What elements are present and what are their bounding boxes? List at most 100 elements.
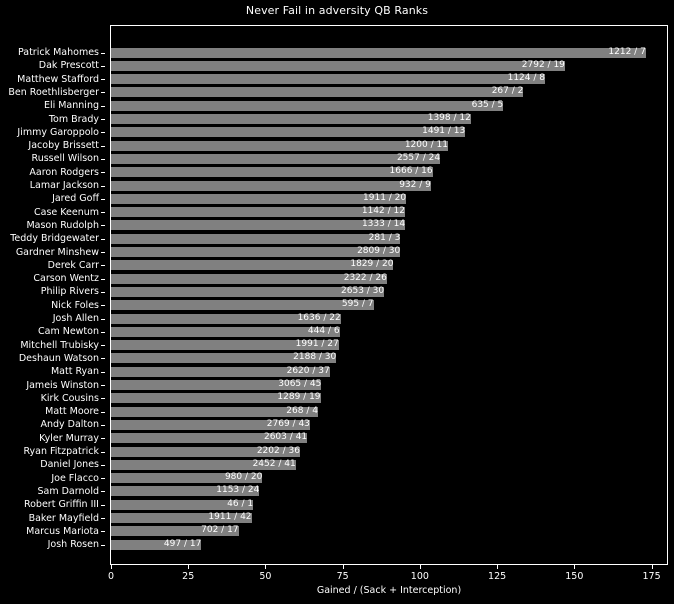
y-axis-tick-mark — [101, 451, 105, 453]
y-axis-tick-label: Dak Prescott — [38, 60, 99, 72]
y-axis-tick-mark — [101, 291, 105, 293]
x-axis-tick-mark — [265, 565, 267, 569]
bar-value-label: 702 / 17 — [201, 525, 239, 536]
bar-value-label: 267 / 2 — [491, 86, 524, 97]
bar-row: 980 / 20 — [111, 472, 667, 484]
bar-row: 2792 / 19 — [111, 59, 667, 71]
y-axis-tick-label: Tom Brady — [48, 113, 99, 125]
x-axis-tick-mark — [342, 565, 344, 569]
y-axis-tick-label: Carson Wentz — [33, 273, 99, 285]
chart-figure: Never Fail in adversity QB Ranks Patrick… — [0, 0, 674, 604]
bar-value-label: 2603 / 41 — [263, 432, 308, 443]
bar-row: 1124 / 8 — [111, 73, 667, 85]
y-axis-tick-label: Cam Newton — [37, 326, 99, 338]
bar-value-label: 1398 / 12 — [427, 113, 471, 123]
bar-value-label: 1829 / 20 — [350, 259, 394, 270]
y-axis-tick-mark — [101, 491, 105, 493]
y-axis-tick-mark — [101, 212, 105, 214]
y-axis-tick-label: Aaron Rodgers — [29, 166, 99, 178]
y-axis-tick-label: Kirk Cousins — [40, 392, 99, 404]
y-axis-tick-label: Baker Mayfield — [28, 512, 99, 524]
x-axis-tick-mark — [497, 565, 499, 569]
bar-value-label: 1289 / 19 — [277, 392, 321, 403]
bar-row: 1212 / 7 — [111, 47, 667, 58]
x-axis-tick-mark — [574, 565, 576, 569]
y-axis-tick-mark — [101, 318, 105, 320]
y-axis-tick-mark — [101, 65, 105, 67]
y-axis-tick-label: Matt Moore — [45, 406, 99, 418]
bar-row: 2769 / 43 — [111, 419, 667, 430]
y-axis-tick-label: Jacoby Brissett — [28, 140, 99, 152]
y-axis-tick-label: Kyler Murray — [39, 432, 99, 444]
y-axis-tick-mark — [101, 132, 105, 134]
y-axis-tick-label: Case Keenum — [33, 206, 99, 218]
x-axis-tick-label: 75 — [336, 571, 349, 582]
bar-value-label: 3065 / 45 — [278, 379, 322, 389]
y-axis-tick-label: Teddy Bridgewater — [10, 233, 99, 245]
bar-value-label: 1124 / 8 — [507, 73, 545, 84]
bar-row: 1398 / 12 — [111, 113, 667, 124]
y-axis-tick-mark — [101, 252, 105, 253]
bar-row: 595 / 7 — [111, 299, 667, 311]
y-axis-tick-mark — [101, 464, 105, 466]
y-axis-tick-label: Matthew Stafford — [17, 73, 99, 85]
bar-value-label: 1666 / 16 — [389, 166, 433, 177]
bar-row: 3065 / 45 — [111, 379, 667, 390]
bar-row: 1491 / 13 — [111, 126, 667, 138]
bar-row: 1636 / 22 — [111, 313, 667, 324]
bar-row: 2188 / 30 — [111, 352, 667, 364]
y-axis-tick-mark — [101, 278, 105, 280]
bar-row: 635 / 5 — [111, 99, 667, 111]
y-axis-tick-mark — [101, 345, 105, 347]
bar-value-label: 1911 / 42 — [208, 512, 252, 522]
bar-value-label: 444 / 6 — [307, 325, 340, 336]
y-axis-tick-mark — [101, 424, 105, 426]
bar-value-label: 2792 / 19 — [521, 59, 565, 70]
bar-row: 1666 / 16 — [111, 166, 667, 178]
y-axis-tick-label: Patrick Mahomes — [17, 47, 99, 58]
y-axis-tick-mark — [101, 105, 105, 107]
x-axis-tick-label: 25 — [182, 571, 195, 582]
bar-row: 1289 / 19 — [111, 392, 667, 404]
y-axis-tick-mark — [101, 172, 105, 174]
y-axis-tick-mark — [101, 504, 105, 506]
bar-row: 1829 / 20 — [111, 259, 667, 271]
bar-value-label: 2202 / 36 — [256, 445, 300, 456]
bar-row: 281 / 3 — [111, 233, 667, 244]
y-axis-tick-mark — [101, 158, 105, 160]
y-axis-tick-mark — [101, 438, 105, 440]
x-axis-tick-label: 0 — [107, 571, 115, 582]
bar-row: 2653 / 30 — [111, 285, 667, 297]
y-axis-tick-mark — [101, 145, 105, 147]
bar-value-label: 2557 / 24 — [396, 152, 441, 163]
y-axis-tick-mark — [101, 79, 105, 81]
y-axis-tick-label: Philip Rivers — [40, 286, 99, 298]
bar-value-label: 1491 / 13 — [422, 126, 466, 137]
y-axis-tick-mark — [101, 198, 105, 200]
bar-value-label: 2322 / 26 — [343, 272, 387, 283]
y-axis-tick-mark — [101, 238, 105, 240]
y-axis-tick-label: Ryan Fitzpatrick — [23, 446, 99, 457]
y-axis-tick-mark — [101, 398, 105, 400]
x-axis-tick-label: 175 — [642, 571, 661, 582]
y-axis-tick-mark — [101, 305, 105, 307]
y-axis-tick-label: Josh Rosen — [47, 539, 99, 551]
y-axis-tick-label: Robert Griffin III — [23, 499, 99, 511]
y-axis-tick-label: Nick Foles — [51, 299, 99, 311]
bar-value-label: 635 / 5 — [471, 99, 504, 110]
bar-row: 444 / 6 — [111, 325, 667, 337]
y-axis-tick-label: Mason Rudolph — [26, 219, 99, 231]
x-axis-tick-label: 125 — [488, 571, 507, 582]
y-axis-tick-label: Derek Carr — [47, 259, 99, 271]
bar-row: 2809 / 30 — [111, 246, 667, 257]
bar-row: 1142 / 12 — [111, 206, 667, 218]
bar-value-label: 2653 / 30 — [341, 285, 385, 296]
bar-value-label: 1142 / 12 — [361, 206, 405, 217]
bar-value-label: 980 / 20 — [224, 472, 263, 483]
y-axis-tick-mark — [101, 385, 105, 386]
bar-row: 932 / 9 — [111, 180, 667, 191]
y-axis-tick-mark — [101, 478, 105, 480]
bar-value-label: 1153 / 24 — [216, 485, 260, 496]
y-axis-tick-label: Deshaun Watson — [18, 352, 99, 364]
bar-row: 702 / 17 — [111, 525, 667, 537]
